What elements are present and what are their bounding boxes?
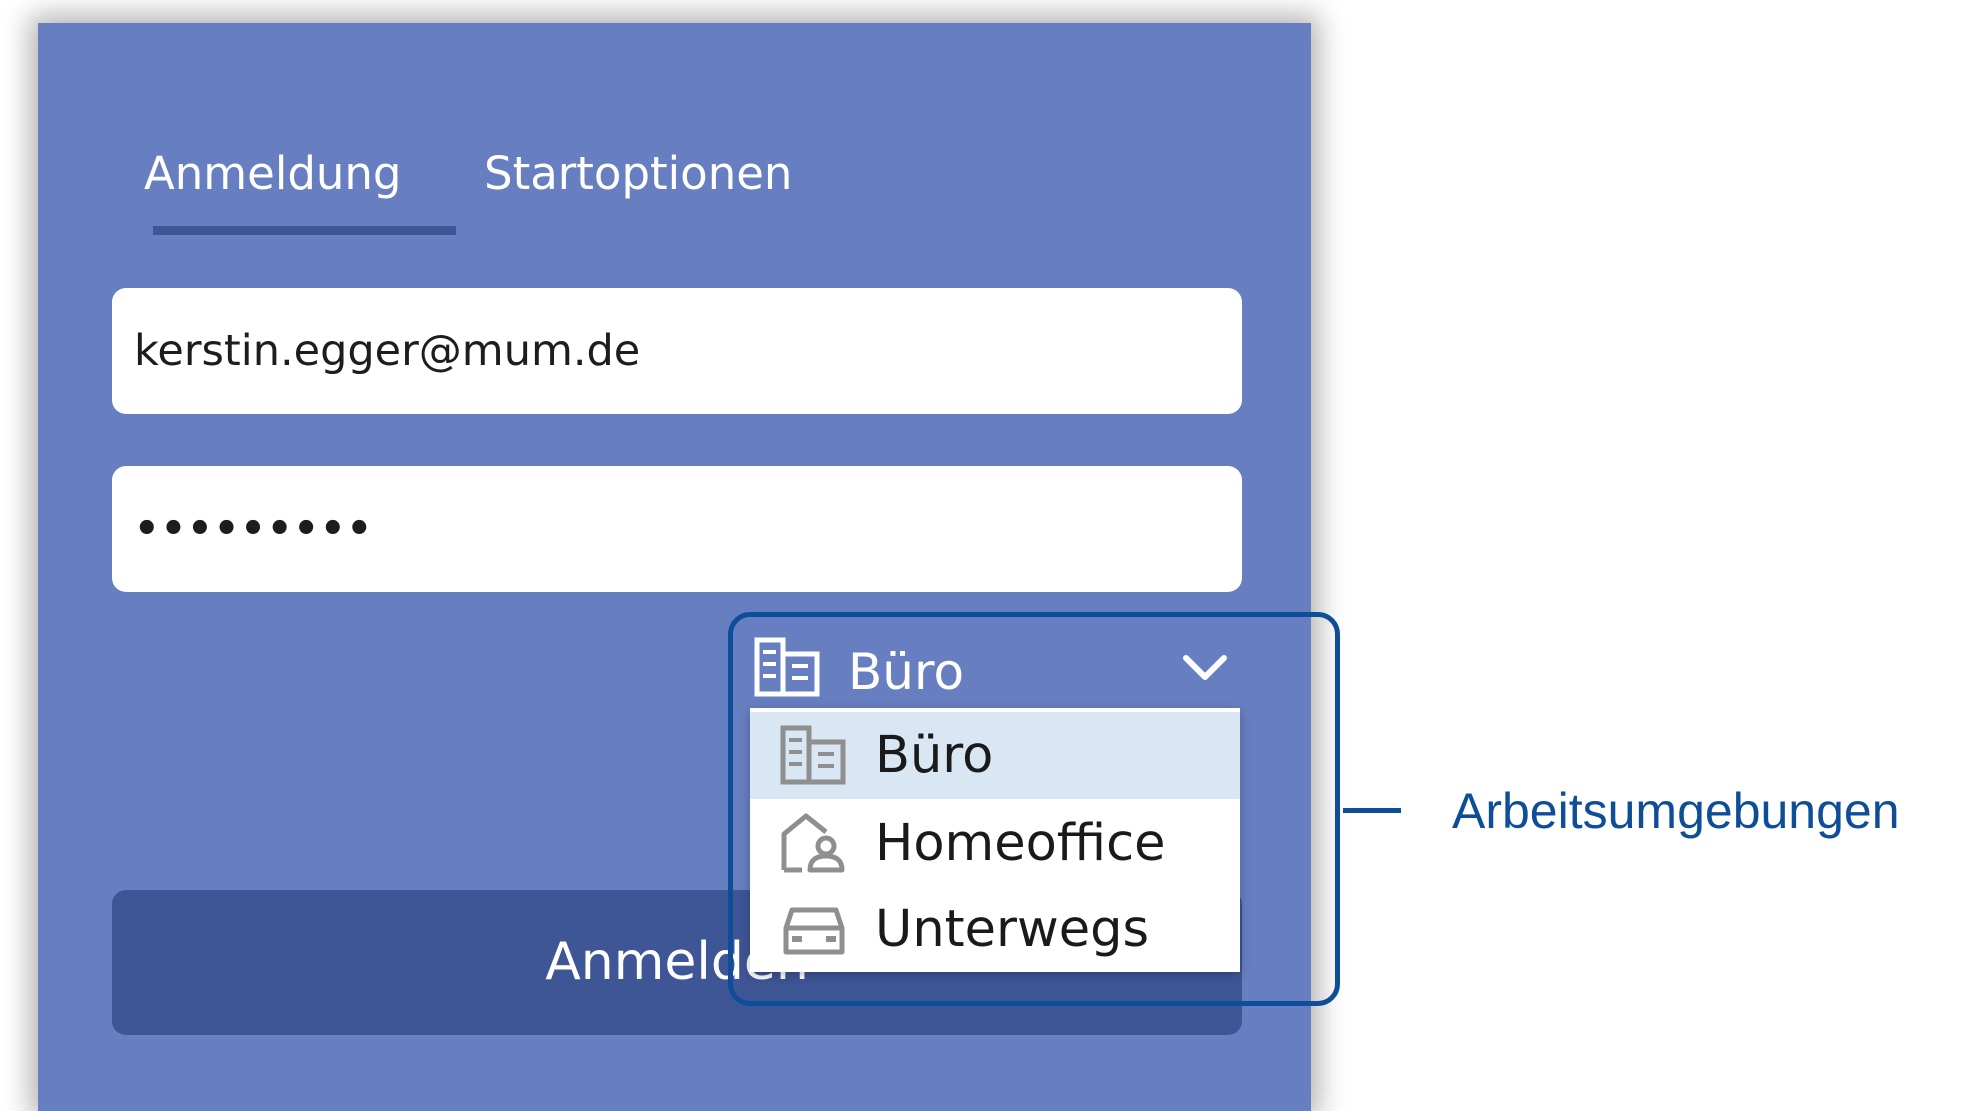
tab-startoptionen[interactable]: Startoptionen	[484, 143, 792, 205]
password-field[interactable]: •••••••••	[112, 466, 1242, 592]
email-field[interactable]: kerstin.egger@mum.de	[112, 288, 1242, 414]
callout-label: Arbeitsumgebungen	[1452, 783, 1900, 839]
callout-frame	[728, 612, 1340, 1006]
callout-connector	[1343, 808, 1401, 813]
tab-anmeldung[interactable]: Anmeldung	[144, 143, 402, 205]
active-tab-indicator	[153, 226, 456, 235]
